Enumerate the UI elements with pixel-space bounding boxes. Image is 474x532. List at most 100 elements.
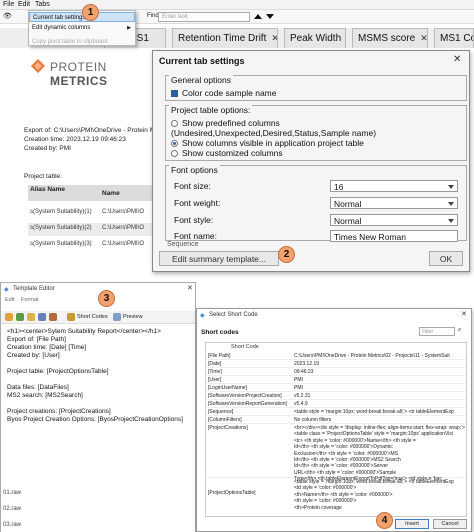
project-table-options-group: Project table options: Show predefined c… (165, 105, 467, 161)
find-next-icon[interactable] (266, 14, 274, 19)
menu-item-edit-dynamic-columns[interactable]: Edit dynamic columns ▶ (29, 23, 135, 33)
template-line: Creation time: [Date] [Time] (7, 344, 87, 351)
short-codes-heading: Short codes (201, 329, 239, 336)
list-item: 03.raw (3, 522, 22, 528)
find-previous-icon[interactable] (254, 14, 262, 19)
cancel-button[interactable]: Cancel (433, 519, 467, 529)
column-header: Short Code (231, 344, 259, 350)
select-short-code-dialog: ◆ Select Short Code ✕ Short codes Filter… (196, 308, 472, 532)
open-icon[interactable] (27, 313, 35, 321)
preview-button[interactable]: Preview (123, 314, 143, 320)
menu-file[interactable]: File (3, 1, 14, 8)
table-row[interactable]: [Sequence] <table style = 'margin:10px; w… (206, 408, 466, 416)
table-row[interactable]: [SoftwareVersionProjectCreation] v5.2.31 (206, 392, 466, 400)
template-line: Data files: [DataFiles] (7, 384, 69, 391)
search-icon[interactable]: ⌕ (458, 327, 461, 334)
table-row[interactable]: [File Path] C:\Users\PMI\OneDrive - Prote… (206, 352, 466, 360)
template-text-area[interactable]: <h1><center>Sytem Suitability Report</ce… (1, 324, 195, 532)
chevron-down-icon (448, 219, 454, 223)
table-row[interactable]: [LoginUserName] PMI (206, 384, 466, 392)
tab-retention-time-drift[interactable]: Retention Time Drift✕ (172, 28, 278, 48)
close-icon[interactable]: ✕ (461, 310, 467, 318)
table-row[interactable]: [ProjectOptionsTable] <table style = 'mar… (206, 478, 466, 516)
predefined-columns-list: (Undesired,Unexpected,Desired,Status,Sam… (171, 128, 377, 138)
radio-show-predefined[interactable]: Show predefined columns (171, 118, 280, 128)
font-size-label: Font size: (174, 181, 211, 191)
app-icon: ◆ (200, 313, 205, 319)
table-header: Alias Name Name (28, 185, 158, 201)
project-table: Alias Name Name s(System Suitability)(1)… (28, 185, 158, 247)
short-codes-icon[interactable] (67, 313, 75, 321)
table-row[interactable]: s(System Suitability)(1) C:\Users\PMI\O (28, 207, 158, 220)
template-line: MS2 search: [MS2Search] (7, 392, 83, 399)
menu-format[interactable]: Format (21, 297, 38, 303)
table-row[interactable]: s(System Suitability)(2) C:\Users\PMI\O (28, 223, 158, 236)
logo-text: PROTEIN METRICS (50, 60, 108, 88)
font-name-select[interactable]: Times New Roman (330, 230, 458, 242)
menu-item-copy-pivot-table[interactable]: Copy pivot table to clipboard (29, 37, 135, 47)
chevron-down-icon (448, 185, 454, 189)
table-row[interactable]: [Date] 2023.12.19 (206, 360, 466, 368)
close-icon[interactable]: ✕ (187, 284, 193, 292)
created-by-text: Created by: PMI (24, 145, 71, 152)
app-icon: ◆ (4, 287, 9, 293)
short-codes-button[interactable]: Short Codes (77, 314, 108, 320)
radio-show-visible[interactable]: Show columns visible in application proj… (171, 138, 364, 148)
menu-edit[interactable]: Edit (18, 1, 30, 8)
checkbox-checked-icon (171, 90, 178, 97)
short-code-table: Short Code [File Path] C:\Users\PMI\OneDr… (205, 342, 467, 517)
table-row[interactable]: [ProjectCreations] <br></div><div style =… (206, 424, 466, 482)
tab-ms1-co[interactable]: MS1 Co (434, 28, 474, 48)
creation-time-text: Creation time: 2023.12.19 09:46:23 (24, 136, 126, 143)
font-name-label: Font name: (174, 231, 217, 241)
insert-button[interactable]: Insert (395, 519, 429, 529)
radio-icon (171, 120, 178, 127)
list-item: 01.raw (3, 490, 22, 496)
table-row[interactable]: [ColumnFilters] No column filters (206, 416, 466, 424)
dialog-title: Select Short Code (209, 312, 258, 318)
edit-summary-template-button[interactable]: Edit summary template... (159, 251, 279, 266)
template-line: Byos Project Creation Options: [ByosProj… (7, 416, 183, 423)
save-icon[interactable] (38, 313, 46, 321)
export-of-text: Export of: C:\Users\PMI\OneDrive - Prote… (24, 127, 156, 134)
general-options-group: General options Color code sample name (165, 75, 467, 101)
ok-button[interactable]: OK (429, 251, 463, 266)
eye-icon[interactable]: 👁 (3, 12, 12, 20)
close-icon[interactable]: ✕ (453, 54, 461, 65)
template-line: Project table: [ProjectOptionsTable] (7, 368, 109, 375)
table-row[interactable]: [SoftwareVersionReportGeneration] v5.4.9 (206, 400, 466, 408)
table-row[interactable]: [Time] 09:46:23 (206, 368, 466, 376)
chevron-down-icon (448, 202, 454, 206)
callout-2: 2 (278, 246, 295, 263)
color-code-checkbox[interactable]: Color code sample name (171, 88, 277, 98)
close-icon[interactable]: ✕ (271, 33, 277, 43)
template-line: Project creations: [ProjectCreations] (7, 408, 111, 415)
font-style-select[interactable]: Normal (330, 214, 458, 226)
dialog-title: Current tab settings (159, 56, 245, 66)
font-options-group: Font options Font size: 16 Font weight: … (165, 165, 467, 242)
protein-metrics-logo-icon (31, 59, 45, 73)
font-style-label: Font style: (174, 215, 214, 225)
table-row[interactable]: s(System Suitability)(3) C:\Users\PMI\O (28, 239, 158, 252)
font-size-select[interactable]: 16 (330, 180, 458, 192)
copy-icon[interactable] (49, 313, 57, 321)
close-icon[interactable]: ✕ (420, 33, 427, 43)
undo-icon[interactable] (5, 313, 13, 321)
filter-input[interactable]: Filter (419, 327, 455, 336)
redo-icon[interactable] (16, 313, 24, 321)
font-weight-select[interactable]: Normal (330, 197, 458, 209)
template-line: <h1><center>Sytem Suitability Report</ce… (7, 328, 161, 335)
tab-msms-score[interactable]: MSMS score ✕ (352, 28, 428, 48)
sequence-label: Sequence (167, 241, 199, 248)
menu-edit[interactable]: Edit (5, 297, 14, 303)
table-row[interactable]: [User] PMI (206, 376, 466, 384)
radio-icon (171, 150, 178, 157)
template-line: Created by: [User] (7, 352, 60, 359)
template-editor-toolbar: Short Codes Preview (1, 311, 195, 324)
tab-peak-width[interactable]: Peak Width✕ (284, 28, 346, 48)
find-input[interactable]: Enter text (158, 12, 250, 22)
menu-tabs[interactable]: Tabs (35, 1, 50, 8)
preview-icon[interactable] (113, 313, 121, 321)
radio-show-customized[interactable]: Show customized columns (171, 148, 283, 158)
callout-1: 1 (82, 4, 99, 21)
